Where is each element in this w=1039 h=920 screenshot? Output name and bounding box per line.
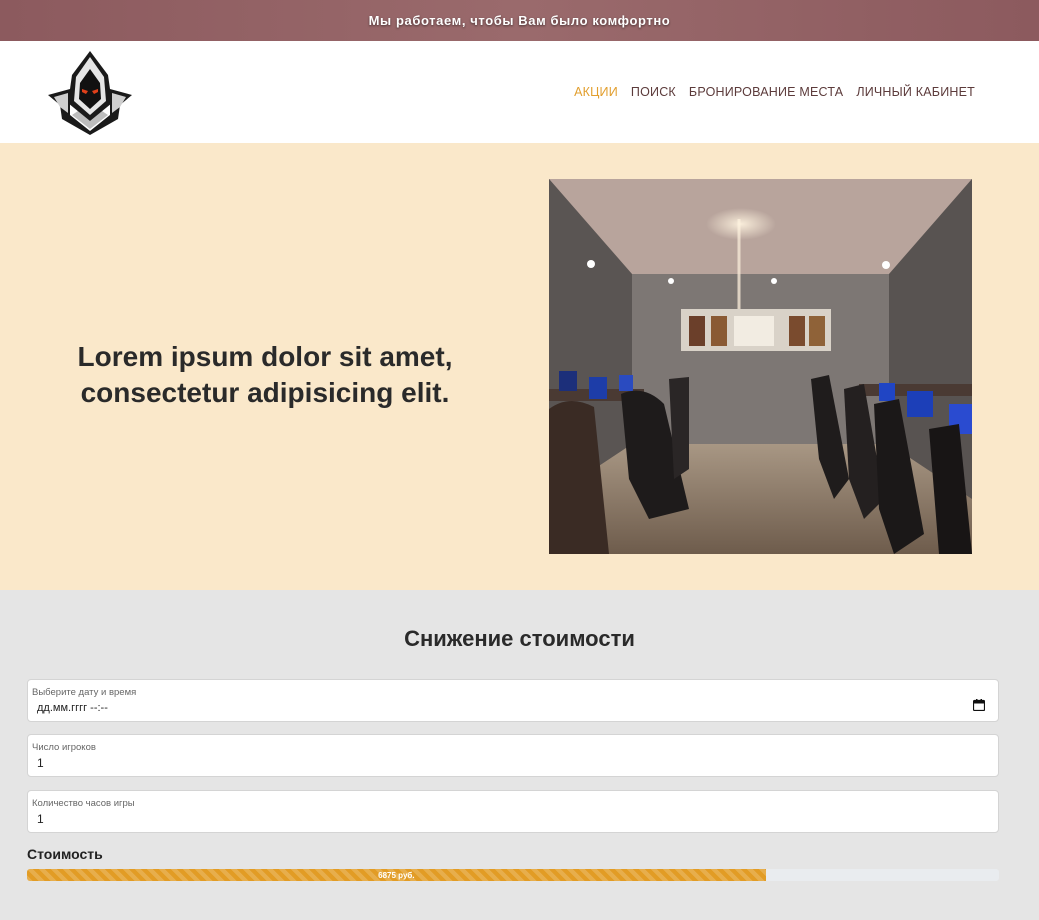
cost-progress-fill: 6875 руб.: [27, 869, 766, 881]
price-calculator-section: Снижение стоимости Выберите дату и время…: [0, 590, 1039, 920]
hero-section: Lorem ipsum dolor sit amet, consectetur …: [0, 143, 1039, 590]
announcement-text: Мы работаем, чтобы Вам было комфортно: [368, 13, 671, 28]
hours-field[interactable]: Количество часов игры 1: [27, 790, 999, 833]
nav-link-booking[interactable]: БРОНИРОВАНИЕ МЕСТА: [689, 85, 843, 99]
hours-label: Количество часов игры: [32, 798, 135, 809]
nav-link-account[interactable]: ЛИЧНЫЙ КАБИНЕТ: [856, 85, 975, 99]
gaming-club-room-photo: [549, 179, 972, 554]
cost-value: 6875 руб.: [378, 870, 415, 880]
datetime-field[interactable]: Выберите дату и время дд.мм.гггг --:--: [27, 679, 999, 722]
players-field[interactable]: Число игроков 1: [27, 734, 999, 777]
hours-input[interactable]: 1: [37, 812, 44, 826]
cost-progress-bar: 6875 руб.: [27, 869, 999, 881]
section-title: Снижение стоимости: [404, 626, 635, 651]
hero-heading: Lorem ipsum dolor sit amet, consectetur …: [50, 339, 480, 411]
main-nav: АКЦИИ ПОИСК БРОНИРОВАНИЕ МЕСТА ЛИЧНЫЙ КА…: [574, 85, 975, 99]
datetime-input[interactable]: дд.мм.гггг --:--: [37, 702, 108, 714]
calendar-icon[interactable]: [973, 699, 985, 711]
hero-heading-line-1: Lorem ipsum dolor sit amet,: [77, 341, 453, 372]
players-input[interactable]: 1: [37, 756, 44, 770]
announcement-bar: Мы работаем, чтобы Вам было комфортно: [0, 0, 1039, 41]
hooded-gamer-logo-icon[interactable]: [46, 49, 134, 135]
nav-link-promotions[interactable]: АКЦИИ: [574, 85, 618, 99]
datetime-label: Выберите дату и время: [32, 687, 137, 698]
players-label: Число игроков: [32, 742, 96, 753]
nav-link-search[interactable]: ПОИСК: [631, 85, 676, 99]
hero-heading-line-2: consectetur adipisicing elit.: [80, 377, 450, 408]
cost-label: Стоимость: [27, 846, 103, 862]
site-header: АКЦИИ ПОИСК БРОНИРОВАНИЕ МЕСТА ЛИЧНЫЙ КА…: [0, 41, 1039, 143]
